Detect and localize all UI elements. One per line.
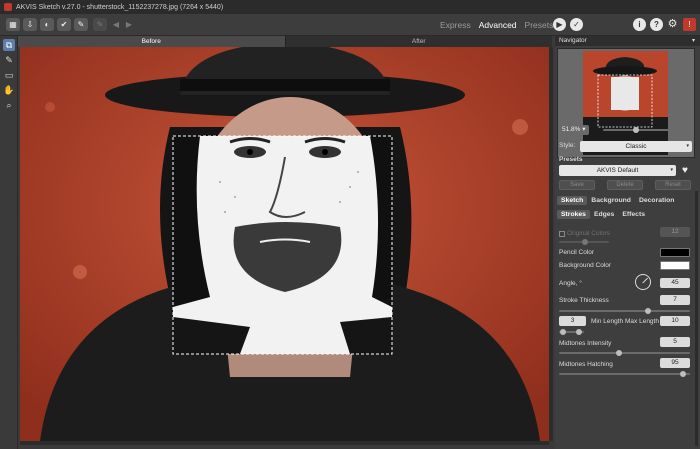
settings-panel: Navigator ▾ 51.8% ▾ Style: Classic ▾ Pres… (555, 36, 700, 449)
mode-advanced[interactable]: Advanced (479, 20, 517, 30)
tab-before[interactable]: Before (18, 36, 285, 47)
tab-decoration[interactable]: Decoration (635, 196, 679, 205)
main-tabs: Sketch Background Decoration (557, 196, 678, 205)
delete-preset-button[interactable]: Delete (607, 180, 643, 190)
undo-icon[interactable]: ◀ (111, 18, 121, 31)
panel-scrollbar[interactable] (695, 191, 698, 446)
tab-strokes[interactable]: Strokes (557, 210, 590, 219)
mode-presets[interactable]: Presets (525, 20, 554, 30)
run-icon[interactable]: ▶ (553, 18, 566, 31)
redo-icon[interactable]: ▶ (124, 18, 134, 31)
favorite-heart-icon[interactable]: ♥ (682, 166, 688, 176)
sub-tabs: Strokes Edges Effects (557, 210, 649, 219)
angle-value[interactable]: 45 (660, 278, 690, 288)
original-colors-checkbox[interactable] (559, 231, 565, 237)
apply-icon[interactable]: ✓ (570, 18, 583, 31)
min-length-value[interactable]: 3 (559, 316, 586, 326)
midtones-intensity-value[interactable]: 5 (660, 337, 690, 347)
midtones-hatching-slider[interactable] (559, 371, 690, 377)
hand-tool-icon[interactable]: ✋ (3, 84, 15, 96)
min-length-label: Min Length (591, 318, 624, 325)
tab-sketch[interactable]: Sketch (557, 196, 588, 205)
max-length-value[interactable]: 10 (660, 316, 690, 326)
horizontal-scrollbar[interactable] (20, 441, 549, 445)
background-color-swatch[interactable] (660, 261, 690, 270)
image-icon[interactable]: ✔ (57, 18, 71, 31)
image-canvas[interactable] (20, 47, 549, 441)
batch-icon[interactable]: ◐ (40, 18, 54, 31)
share-icon[interactable]: ✎ (74, 18, 88, 31)
open-icon[interactable]: ▦ (6, 18, 20, 31)
window-title: AKVIS Sketch v.27.0 - shutterstock_11522… (16, 3, 224, 11)
navigator-title: Navigator (559, 37, 587, 44)
original-colors-knob[interactable] (582, 239, 588, 245)
tab-after[interactable]: After (284, 36, 553, 47)
zoom-slider[interactable] (603, 127, 693, 133)
title-bar: AKVIS Sketch v.27.0 - shutterstock_11522… (0, 0, 700, 14)
original-colors-label: Original Colors (567, 230, 610, 237)
pencil-color-swatch[interactable] (660, 248, 690, 257)
style-label: Style: (559, 142, 576, 149)
angle-dial[interactable] (635, 274, 651, 290)
midtones-hatching-value[interactable]: 95 (660, 358, 690, 368)
stroke-thickness-knob[interactable] (645, 308, 651, 314)
angle-label: Angle, ° (559, 280, 582, 287)
mode-switcher: Express Advanced Presets (440, 18, 561, 32)
crop-tool-icon[interactable]: ⧉ (3, 39, 15, 51)
notification-icon[interactable]: ! (683, 18, 696, 31)
pencil-color-label: Pencil Color (559, 249, 595, 256)
navigator-header: Navigator ▾ (555, 36, 700, 46)
vertical-scrollbar[interactable] (549, 47, 553, 441)
max-length-label: Max Length (625, 318, 659, 325)
pencil-tool-icon[interactable]: ✎ (3, 54, 15, 66)
save-preset-button[interactable]: Save (559, 180, 595, 190)
style-dropdown[interactable]: Classic ▾ (580, 141, 692, 152)
portrait-image (20, 47, 549, 441)
info-icon[interactable]: i (633, 18, 646, 31)
stroke-thickness-label: Stroke Thickness (559, 297, 609, 304)
eraser-tool-icon[interactable]: ▭ (3, 69, 15, 81)
settings-icon[interactable]: ⚙ (666, 18, 679, 31)
min-length-knob[interactable] (560, 329, 566, 335)
stroke-thickness-value[interactable]: 7 (660, 295, 690, 305)
toolbar: ▦ ⇩ ◐ ✔ ✎ ✎ ◀ ▶ Express Advanced Presets… (0, 14, 700, 36)
tab-edges[interactable]: Edges (590, 210, 618, 219)
publish-icon[interactable]: ✎ (93, 18, 107, 31)
midtones-hatching-label: Midtones Hatching (559, 361, 613, 368)
midtones-hatching-knob[interactable] (680, 371, 686, 377)
tools-panel: ⧉ ✎ ▭ ✋ ⌕ (0, 36, 18, 449)
length-range-slider[interactable] (559, 329, 584, 335)
tab-background[interactable]: Background (587, 196, 635, 205)
max-length-knob[interactable] (576, 329, 582, 335)
original-colors-slider[interactable] (559, 239, 609, 245)
midtones-intensity-slider[interactable] (559, 350, 690, 356)
help-icon[interactable]: ? (650, 18, 663, 31)
original-colors-value[interactable]: 12 (660, 227, 690, 237)
before-after-tabs: Before After (18, 36, 552, 47)
preset-dropdown[interactable]: AKVIS Default ▾ (559, 165, 676, 176)
stroke-thickness-slider[interactable] (559, 308, 690, 314)
app-logo-icon (4, 3, 12, 11)
midtones-intensity-label: Midtones Intensity (559, 340, 612, 347)
mode-express[interactable]: Express (440, 20, 471, 30)
reset-preset-button[interactable]: Reset (655, 180, 691, 190)
background-color-label: Background Color (559, 262, 612, 269)
tab-effects[interactable]: Effects (618, 210, 649, 219)
zoom-tool-icon[interactable]: ⌕ (3, 99, 15, 111)
zoom-slider-knob[interactable] (633, 127, 639, 133)
save-icon[interactable]: ⇩ (23, 18, 37, 31)
presets-label: Presets (559, 156, 583, 163)
collapse-icon[interactable]: ▾ (692, 36, 695, 46)
zoom-value[interactable]: 51.8% ▾ (559, 125, 589, 135)
midtones-intensity-knob[interactable] (616, 350, 622, 356)
